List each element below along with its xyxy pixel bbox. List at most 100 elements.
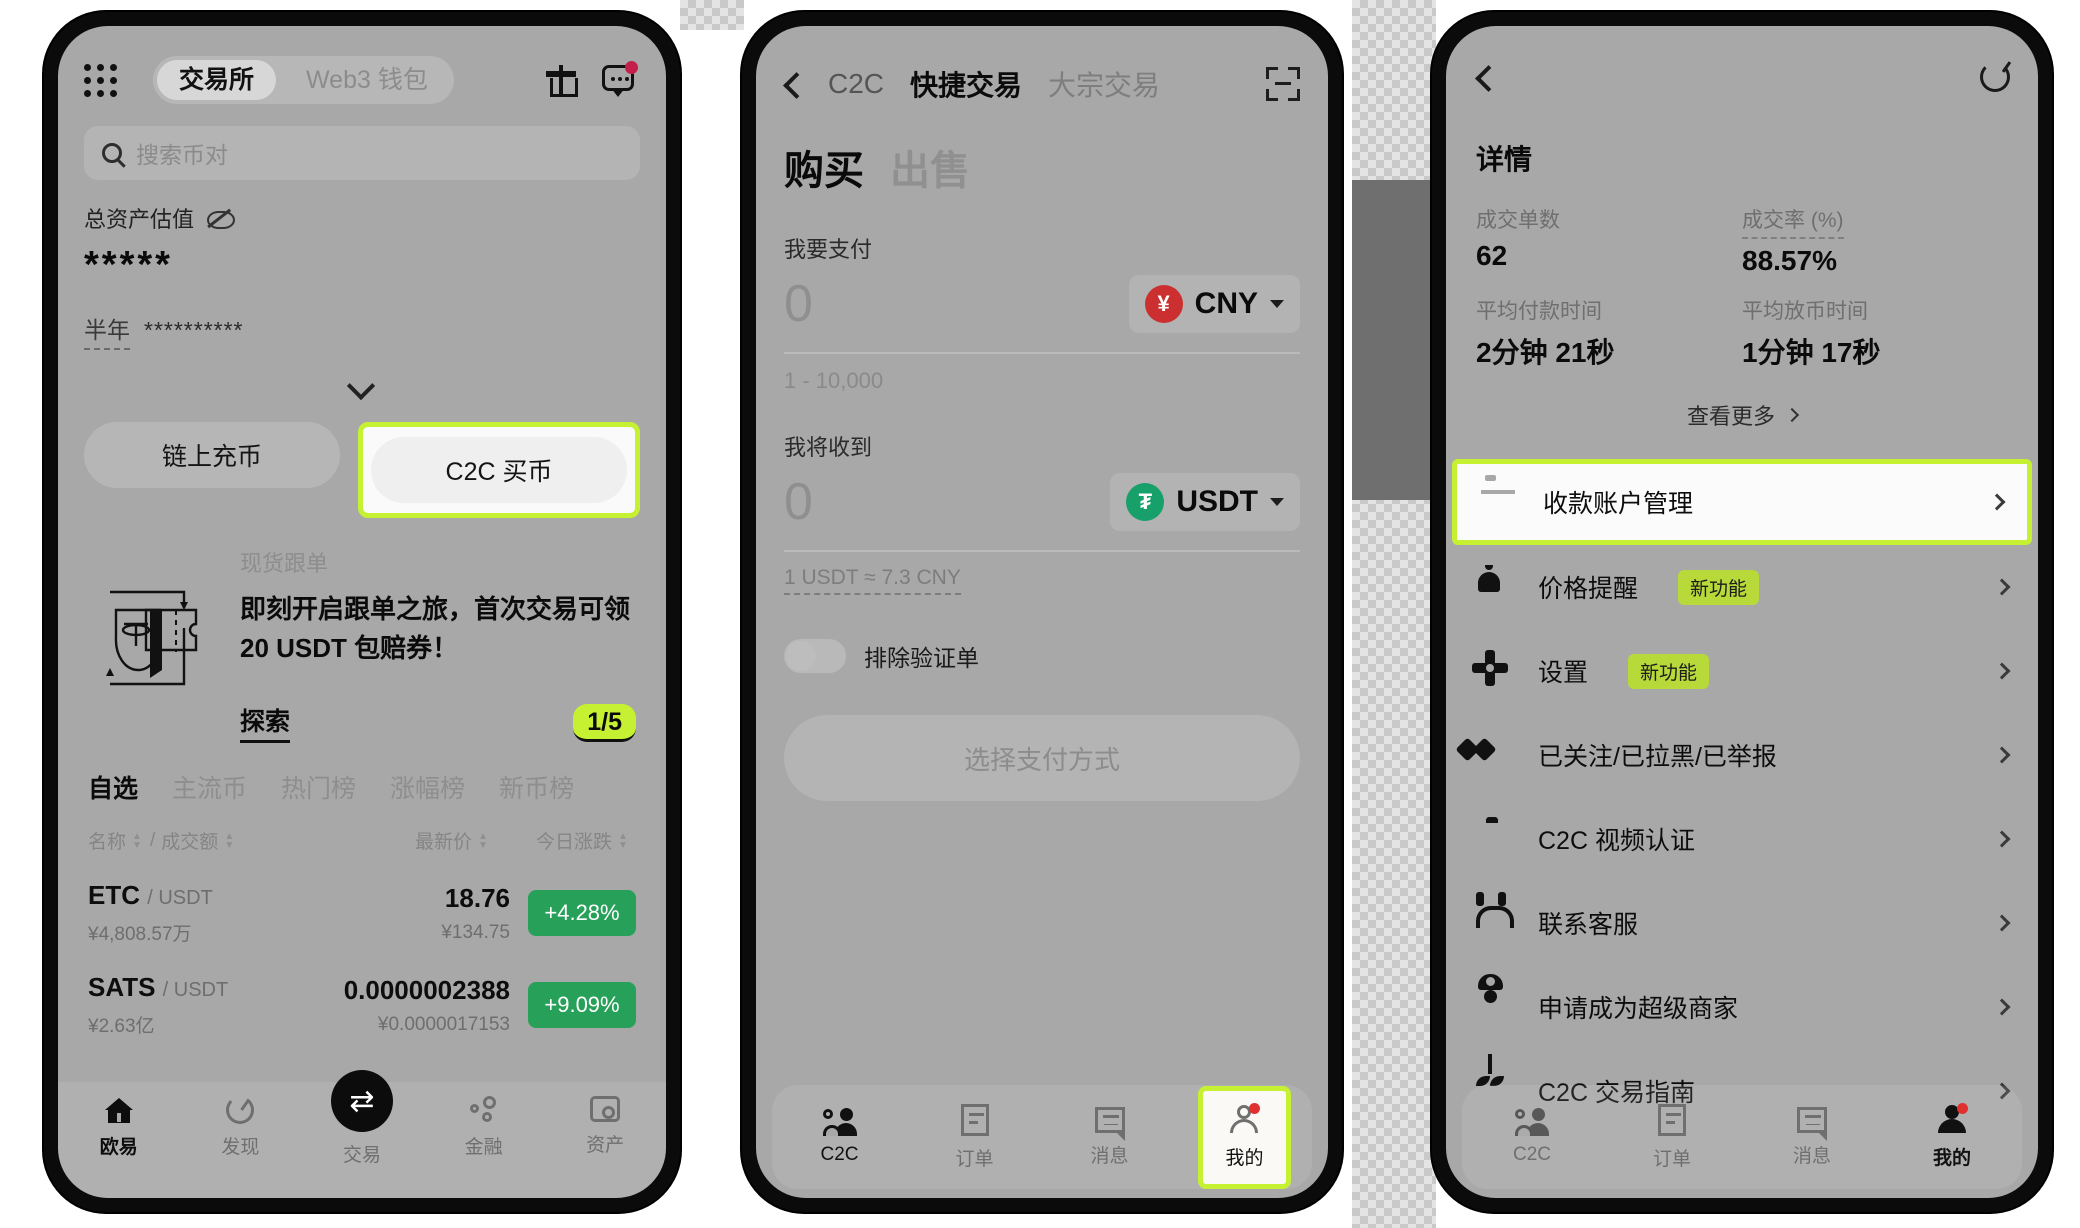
nav-item-trade[interactable]: ⇄ 交易 [301, 1070, 423, 1167]
nav-item-profile-highlight: 我的 [1198, 1085, 1291, 1189]
nav-item-finance[interactable]: 金融 [423, 1096, 545, 1159]
pay-amount-input[interactable]: 0 [784, 274, 813, 334]
tab-block-trade[interactable]: 大宗交易 [1048, 64, 1160, 104]
chevron-right-icon [1993, 998, 2011, 1016]
sort-icon[interactable] [618, 832, 630, 850]
receive-field[interactable]: 0 ₮ USDT [784, 462, 1300, 552]
exchange-wallet-segmented-control[interactable]: 交易所 Web3 钱包 [153, 56, 454, 104]
stat-key: 平均放币时间 [1742, 300, 1868, 323]
refresh-icon[interactable] [1980, 62, 2010, 92]
stat-value: 62 [1476, 240, 1508, 271]
back-icon[interactable] [782, 74, 802, 94]
search-input[interactable]: 搜索币对 [84, 126, 640, 180]
apps-grid-icon[interactable] [84, 63, 117, 97]
transparency-backdrop [680, 0, 744, 30]
nav-item-orders[interactable]: 订单 [1602, 1103, 1742, 1171]
phone-3-screen: 详情 成交单数 62 成交率 (%) 88.57% 平均付款时间 2分钟 21秒 [1446, 26, 2038, 1198]
tab-sell[interactable]: 出售 [890, 138, 970, 196]
nav-item-profile[interactable]: 我的 [1882, 1102, 2022, 1170]
nav-item-profile-wrapper: 我的 [1177, 1085, 1312, 1189]
tab-hot[interactable]: 热门榜 [281, 769, 356, 805]
promo-counter: 1/5 [573, 703, 636, 742]
phone3-header [1446, 26, 2038, 92]
menu-item-contact-support[interactable]: 联系客服 [1446, 881, 2038, 965]
promo-explore-link[interactable]: 探索 [240, 702, 291, 743]
gear-icon [1476, 654, 1512, 688]
nav-label: 订单 [1652, 1148, 1691, 1170]
header-change-group[interactable]: 今日涨跌 [536, 827, 636, 854]
view-more-link[interactable]: 查看更多 [1476, 399, 2008, 431]
table-row[interactable]: SATS / USDT ¥2.63亿 0.0000002388 ¥0.00000… [58, 946, 666, 1038]
profile-icon [1938, 1102, 1968, 1135]
tab-c2c[interactable]: C2C [828, 68, 884, 100]
receive-currency-selector[interactable]: ₮ USDT [1110, 473, 1300, 531]
sort-icon[interactable] [478, 832, 490, 850]
table-row[interactable]: ETC / USDT ¥4,808.57万 18.76 ¥134.75 +4.2… [58, 854, 666, 946]
phone2-header: C2C 快捷交易 大宗交易 [756, 26, 1328, 104]
diamond-icon [1476, 738, 1512, 772]
phone3-bottom-nav: C2C 订单 消息 我的 [1446, 1076, 2038, 1198]
eye-off-icon[interactable] [206, 208, 236, 229]
promo-card[interactable]: 现货跟单 即刻开启跟单之旅，首次交易可领 20 USDT 包赔券！ 探索 1/5 [58, 518, 666, 743]
menu-item-label: 价格提醒 [1538, 575, 1639, 603]
pay-field[interactable]: 0 ¥ CNY [784, 264, 1300, 354]
phone-3-frame: 详情 成交单数 62 成交率 (%) 88.57% 平均付款时间 2分钟 21秒 [1432, 12, 2052, 1212]
nav-label: 消息 [1090, 1145, 1129, 1167]
select-payment-method-button[interactable]: 选择支付方式 [784, 715, 1300, 801]
sort-icon[interactable] [132, 832, 144, 850]
menu-item-payment-accounts[interactable]: 收款账户管理 [1452, 459, 2032, 545]
notification-dot [1957, 1102, 1968, 1114]
receive-amount-input[interactable]: 0 [784, 472, 813, 532]
chevron-right-icon [1993, 746, 2011, 764]
tab-buy[interactable]: 购买 [784, 138, 864, 196]
nav-item-orders[interactable]: 订单 [907, 1103, 1042, 1171]
exclude-verified-toggle[interactable] [784, 639, 846, 673]
nav-item-profile[interactable]: 我的 [1225, 1102, 1264, 1170]
menu-item-apply-super-merchant[interactable]: 申请成为超级商家 [1446, 965, 2038, 1049]
stat-key[interactable]: 成交率 (%) [1742, 204, 1844, 239]
tab-mainstream[interactable]: 主流币 [172, 769, 247, 805]
header-name-volume[interactable]: 名称 / 成交额 [88, 827, 242, 854]
header-price-group[interactable]: 最新价 [415, 827, 496, 854]
nav-item-messages[interactable]: 消息 [1742, 1106, 1882, 1168]
tab-express[interactable]: 快捷交易 [910, 64, 1022, 104]
sort-icon[interactable] [224, 832, 236, 850]
bell-icon [1476, 570, 1512, 604]
phone-1-screen: 交易所 Web3 钱包 搜索币对 总资产估值 ***** 半年 ********… [58, 26, 666, 1198]
tab-new[interactable]: 新币榜 [499, 769, 574, 805]
gift-icon[interactable] [546, 65, 578, 97]
buy-sell-tabs: 购买 出售 [756, 104, 1328, 196]
scan-icon[interactable] [1266, 67, 1300, 101]
period-label[interactable]: 半年 [84, 311, 130, 350]
menu-item-followed-blocked-reported[interactable]: 已关注/已拉黑/已举报 [1446, 713, 2038, 797]
segment-web3-wallet[interactable]: Web3 钱包 [284, 60, 450, 100]
detail-stats-grid: 成交单数 62 成交率 (%) 88.57% 平均付款时间 2分钟 21秒 平均… [1476, 204, 2008, 371]
nav-item-messages[interactable]: 消息 [1042, 1106, 1177, 1168]
chat-icon[interactable] [602, 61, 638, 97]
coin-volume: ¥4,808.57万 [88, 924, 192, 945]
c2c-buy-button[interactable]: C2C 买币 [371, 437, 627, 503]
nav-item-discover[interactable]: 发现 [180, 1096, 302, 1159]
menu-item-price-alert[interactable]: 价格提醒 新功能 [1446, 545, 2038, 629]
exchange-rate-text[interactable]: 1 USDT ≈ 7.3 CNY [784, 566, 961, 595]
receive-label: 我将收到 [784, 435, 873, 460]
nav-item-c2c[interactable]: C2C [1462, 1108, 1602, 1166]
order-icon [1658, 1103, 1686, 1136]
header-price: 最新价 [414, 832, 472, 853]
nav-item-okx[interactable]: 欧易 [58, 1096, 180, 1159]
onchain-deposit-button[interactable]: 链上充币 [84, 422, 340, 488]
coin-volume: ¥2.63亿 [88, 1016, 155, 1037]
segment-exchange[interactable]: 交易所 [157, 60, 277, 100]
menu-item-c2c-video-verification[interactable]: C2C 视频认证 [1446, 797, 2038, 881]
nav-item-c2c[interactable]: C2C [772, 1108, 907, 1166]
tab-favorites[interactable]: 自选 [88, 769, 138, 805]
pay-currency-selector[interactable]: ¥ CNY [1128, 275, 1300, 333]
search-placeholder: 搜索币对 [136, 142, 228, 168]
chevron-down-icon[interactable] [349, 372, 375, 398]
phone-1-frame: 交易所 Web3 钱包 搜索币对 总资产估值 ***** 半年 ********… [44, 12, 680, 1212]
tab-gainers[interactable]: 涨幅榜 [390, 769, 465, 805]
c2c-icon [1515, 1108, 1549, 1136]
back-icon[interactable] [1474, 67, 1494, 87]
nav-item-assets[interactable]: 资产 [544, 1096, 666, 1157]
menu-item-settings[interactable]: 设置 新功能 [1446, 629, 2038, 713]
